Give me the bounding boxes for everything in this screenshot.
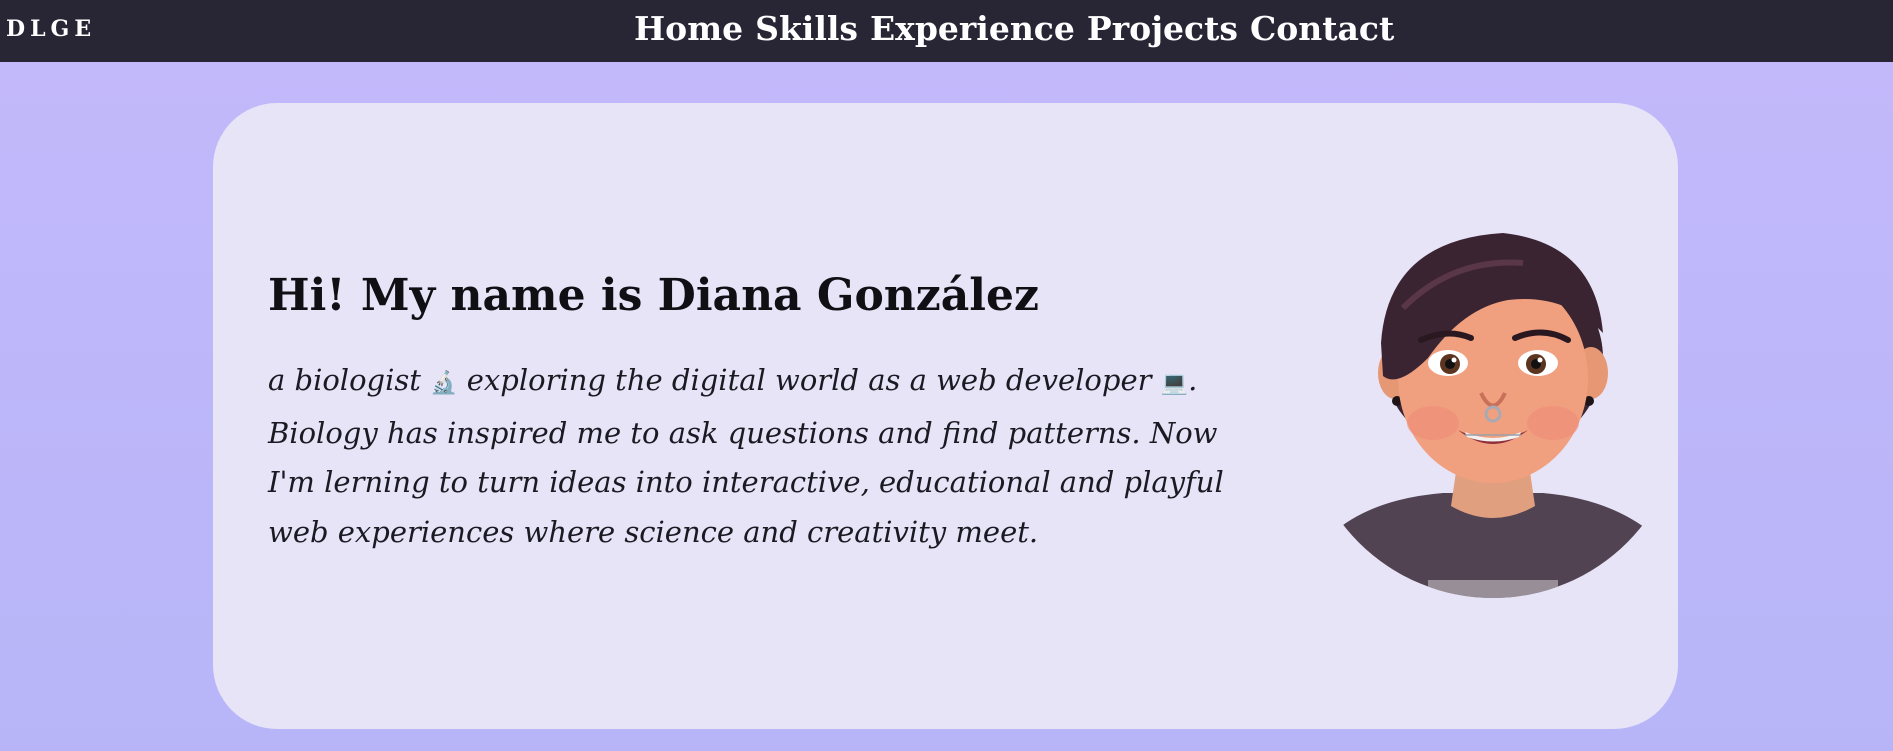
hero-card: Hi! My name is Diana González a biologis… [213,103,1678,729]
nav-skills-link[interactable]: Skills [755,8,858,50]
nav-home-link[interactable]: Home [634,8,743,50]
bio-text-part1: a biologist [268,363,431,397]
avatar-drawing [1318,233,1668,598]
avatar-illustration [1303,218,1683,598]
nav-experience-link[interactable]: Experience [870,8,1075,50]
nav-projects-link[interactable]: Projects [1087,8,1238,50]
site-logo[interactable]: DLGE [6,14,96,44]
laptop-icon: 💻 [1160,371,1189,396]
hero-title: Hi! My name is Diana González [268,270,1039,321]
nav-contact-link[interactable]: Contact [1250,8,1394,50]
hero-bio: a biologist 🔬 exploring the digital worl… [268,356,1258,557]
top-navigation-bar: DLGE Home Skills Experience Projects Con… [0,0,1893,62]
microscope-icon: 🔬 [430,371,458,396]
bio-text-part2: exploring the digital world as a web dev… [457,363,1161,397]
main-nav: Home Skills Experience Projects Contact [634,8,1394,50]
